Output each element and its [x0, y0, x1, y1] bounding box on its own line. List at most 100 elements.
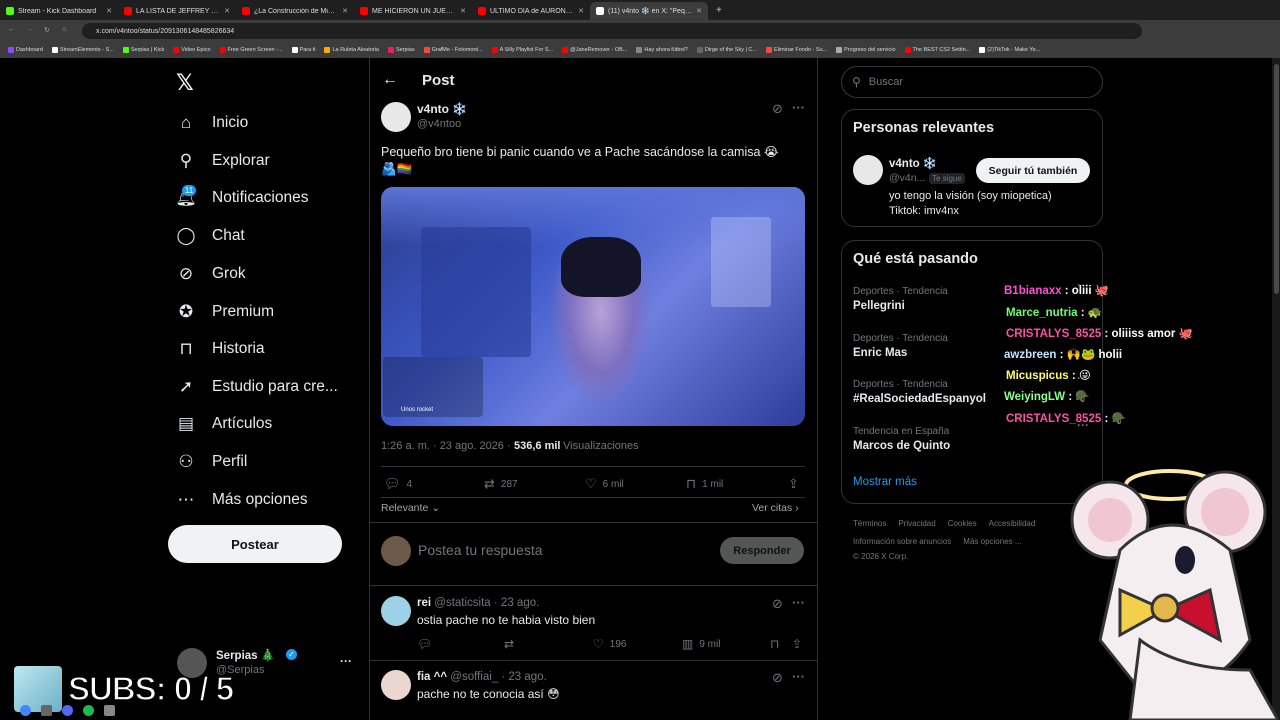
browser-tab[interactable]: ¿La Construcción de Minecraft e ✕ — [236, 2, 354, 20]
nav-item-premium[interactable]: ✪ Premium — [176, 300, 274, 324]
browser-tab[interactable]: Stream - Kick Dashboard ✕ — [0, 2, 118, 20]
nav-item-home[interactable]: ⌂ Inicio — [176, 111, 248, 135]
close-icon[interactable]: ✕ — [696, 7, 702, 15]
trend-item[interactable]: Deportes · Tendencia Pellegrini — [853, 286, 948, 312]
reply-more-icon[interactable]: ··· — [792, 669, 805, 684]
nav-item-more[interactable]: ⋯ Más opciones — [176, 488, 308, 512]
nav-item-rocket[interactable]: ➚ Estudio para cre... — [176, 375, 338, 399]
post-timestamp[interactable]: 1:26 a. m. · 23 ago. 2026 · — [381, 440, 511, 452]
discord-icon[interactable] — [62, 704, 73, 716]
repost-action[interactable]: ⇄ 287 — [484, 476, 518, 492]
bookmark-item[interactable]: Eliminar Fondo - Su... — [765, 47, 827, 53]
reply-date[interactable]: · 23 ago. — [494, 597, 539, 609]
reply-repost-action[interactable]: ⇄ — [504, 637, 514, 651]
new-tab-button[interactable]: + — [716, 5, 722, 16]
footer-link[interactable]: Términos — [853, 519, 886, 528]
browser-tab[interactable]: ULTIMO DIA de AURON con AG ✕ — [472, 2, 590, 20]
footer-link[interactable]: Más opciones ... — [963, 537, 1021, 546]
nav-item-chat[interactable]: ◯ Chat — [176, 224, 244, 248]
quotes-link[interactable]: Ver citas › — [752, 502, 799, 514]
bookmark-item[interactable]: Progreso del servicio — [836, 47, 896, 53]
bookmark-item[interactable]: (2)TikTok - Make Yo... — [979, 47, 1040, 53]
reply-avatar[interactable] — [381, 596, 411, 626]
close-icon[interactable]: ✕ — [578, 7, 584, 15]
bookmark-item[interactable]: La Ruleta Aleatoria — [324, 47, 379, 53]
browser-tab[interactable]: ME HICIERON UN JUEGO DE✕ — [354, 2, 472, 20]
reply-author-name[interactable]: rei — [417, 597, 431, 609]
grok-analyze-icon[interactable]: ⊘ — [772, 596, 783, 612]
back-arrow-icon[interactable]: ← — [382, 71, 398, 89]
reply-bookmark-icon[interactable]: ⊓ — [770, 637, 779, 651]
follow-back-button[interactable]: Seguir tú también — [976, 158, 1090, 183]
x-logo[interactable]: 𝕏 — [176, 70, 194, 96]
spotify-icon[interactable] — [83, 704, 94, 716]
reply-share-icon[interactable]: ⇪ — [792, 637, 802, 651]
reply-more-icon[interactable]: ··· — [792, 595, 805, 610]
grok-analyze-icon[interactable]: ⊘ — [772, 101, 783, 117]
bookmark-item[interactable]: GrafMe - Fotomont... — [423, 47, 483, 53]
footer-link[interactable]: Información sobre anuncios — [853, 537, 951, 546]
nav-item-bookmark[interactable]: ⊓ Historia — [176, 337, 264, 361]
chrome-icon[interactable] — [20, 704, 31, 716]
reply-input[interactable]: Postea tu respuesta — [418, 542, 543, 558]
grok-analyze-icon[interactable]: ⊘ — [772, 670, 783, 686]
reload-icon[interactable]: ↻ — [44, 26, 50, 34]
reply-author-name[interactable]: fia ^^ — [417, 671, 447, 683]
scrollbar-thumb[interactable] — [1274, 64, 1279, 294]
bookmark-item[interactable]: Dirge of the Sky | C... — [696, 47, 757, 53]
nav-item-profile[interactable]: ⚇ Perfil — [176, 450, 247, 474]
trend-item[interactable]: Tendencia en España Marcos de Quinto — [853, 426, 950, 452]
bookmark-item[interactable]: Serpias — [387, 47, 415, 53]
bookmark-item[interactable]: Hay ahora fútbol? — [636, 47, 688, 53]
relevant-avatar[interactable] — [853, 155, 883, 185]
trend-item[interactable]: Deportes · Tendencia #RealSociedadEspanyo… — [853, 379, 986, 405]
reply-reply-action[interactable]: 💬︎ — [417, 637, 432, 651]
search-box[interactable]: ⚲ Buscar — [841, 66, 1103, 98]
footer-link[interactable]: Cookies — [948, 519, 977, 528]
share-icon[interactable]: ⇪ — [788, 476, 799, 492]
bookmark-item[interactable]: Para ti — [291, 47, 315, 53]
author-avatar[interactable] — [381, 102, 411, 132]
sort-dropdown[interactable]: Relevante ⌄ — [381, 502, 440, 514]
relevant-name[interactable]: v4nto ❄️ — [889, 156, 937, 170]
bookmark-item[interactable]: Free Green Screen -... — [219, 47, 283, 53]
footer-link[interactable]: Privacidad — [898, 519, 935, 528]
bookmark-item[interactable]: A Silly Playlist For S... — [491, 47, 553, 53]
bookmark-action[interactable]: ⊓ 1 mil — [686, 476, 723, 492]
close-icon[interactable]: ✕ — [342, 7, 348, 15]
forward-icon[interactable]: → — [26, 26, 33, 33]
account-more-icon[interactable]: ··· — [340, 654, 352, 668]
back-icon[interactable]: ← — [8, 26, 15, 33]
nav-item-search[interactable]: ⚲ Explorar — [176, 149, 270, 173]
reply-avatar[interactable] — [381, 670, 411, 700]
bookmark-item[interactable]: Serpias | Kick — [122, 47, 164, 53]
browser-tab[interactable]: (11) v4nto ❄️ en X: "Peque ✕ — [590, 2, 708, 20]
bookmark-item[interactable]: Dashboard — [8, 47, 43, 53]
close-icon[interactable]: ✕ — [460, 7, 466, 15]
post-more-icon[interactable]: ··· — [792, 100, 805, 115]
author-name[interactable]: v4nto ❄️ — [417, 102, 467, 116]
reply-views-action[interactable]: ▥ 9 mil — [682, 637, 720, 651]
footer-link[interactable]: Accesibilidad — [989, 519, 1036, 528]
show-more-link[interactable]: Mostrar más — [853, 476, 917, 488]
reply-like-action[interactable]: ♡ 196 — [593, 637, 626, 651]
app-icon[interactable] — [41, 704, 52, 716]
post-button[interactable]: Postear — [168, 525, 342, 563]
home-browser-icon[interactable]: ⌂ — [62, 26, 66, 33]
trend-item[interactable]: Deportes · Tendencia Enric Mas — [853, 333, 948, 359]
relevant-handle[interactable]: @v4n... — [889, 172, 925, 184]
post-video[interactable]: Unos rocket — [381, 187, 805, 426]
app-icon[interactable] — [104, 704, 115, 716]
nav-item-article[interactable]: ▤ Artículos — [176, 412, 272, 436]
browser-tab[interactable]: LA LISTA DE JEFFREY EPSTEIN Y✕ — [118, 2, 236, 20]
bookmark-item[interactable]: StreamElements - S... — [51, 47, 114, 53]
reply-author-handle[interactable]: @soffiai_ — [450, 671, 498, 683]
author-handle[interactable]: @v4ntoo — [417, 118, 461, 130]
bookmark-item[interactable]: Video Epico — [173, 47, 211, 53]
close-icon[interactable]: ✕ — [224, 7, 230, 15]
reply-action[interactable]: 💬︎ 4 — [384, 476, 412, 492]
reply-button[interactable]: Responder — [720, 537, 804, 564]
nav-item-grok[interactable]: ⊘ Grok — [176, 262, 246, 286]
like-action[interactable]: ♡ 6 mil — [585, 476, 624, 492]
reply-date[interactable]: · 23 ago. — [501, 671, 546, 683]
